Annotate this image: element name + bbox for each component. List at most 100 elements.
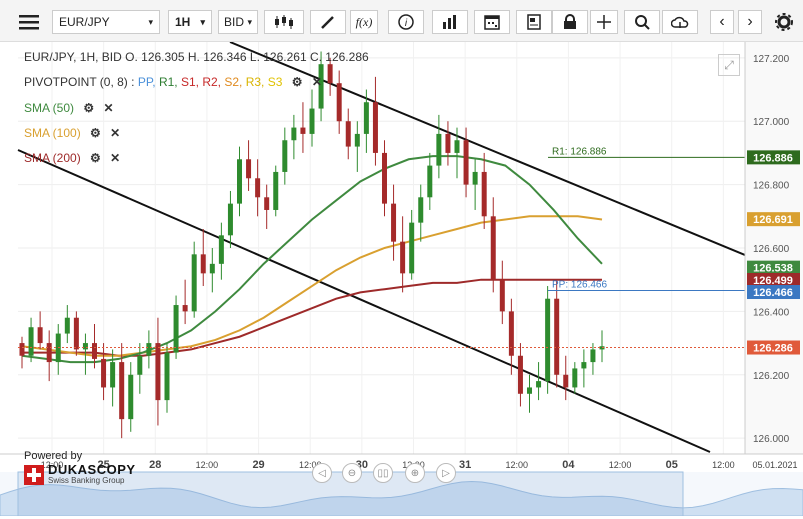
- candle-body: [354, 133, 360, 147]
- play-icon: ▷: [442, 467, 450, 479]
- close-icon[interactable]: ✕: [110, 126, 120, 140]
- gear-icon[interactable]: ⚙: [90, 126, 101, 140]
- candle-body: [581, 362, 587, 369]
- candle-body: [436, 133, 442, 166]
- candlestick-icon: [275, 15, 293, 29]
- settings-button[interactable]: [770, 10, 798, 34]
- price-label: 126.286: [753, 343, 793, 355]
- gear-icon[interactable]: ⚙: [83, 101, 94, 115]
- close-icon[interactable]: ✕: [312, 75, 322, 89]
- sma100-line: [21, 215, 603, 357]
- candle-body: [37, 327, 43, 344]
- pivot-lines: R1: 126.886 PP: 126.466: [18, 146, 745, 349]
- time-tick-label: 12:00: [712, 460, 735, 470]
- swiss-cross-icon: [24, 464, 44, 485]
- cloud-button[interactable]: [662, 10, 698, 34]
- candle-body: [527, 387, 532, 394]
- rewind-button[interactable]: ◁: [312, 463, 332, 483]
- zoom-in-icon: ⊕: [410, 467, 420, 479]
- time-tick-label: 29: [252, 459, 264, 471]
- cloud-upload-icon: [671, 16, 689, 28]
- crosshair-button[interactable]: [590, 10, 618, 34]
- close-icon[interactable]: ✕: [110, 151, 120, 165]
- candle-body: [545, 298, 551, 382]
- candle-body: [590, 349, 596, 363]
- powered-by-text: Powered by: [24, 450, 83, 462]
- candle-body: [409, 222, 415, 274]
- expand-icon[interactable]: ⤢: [718, 54, 740, 76]
- zoom-in-button[interactable]: ⊕: [405, 463, 425, 483]
- candle-body: [191, 254, 197, 312]
- volume-button[interactable]: [432, 10, 468, 34]
- pivot-item: R1,: [158, 75, 181, 89]
- candle-body: [173, 305, 179, 353]
- info-button[interactable]: i: [388, 10, 424, 34]
- brand-tagline: Swiss Banking Group: [48, 476, 125, 485]
- side-label: BID: [224, 15, 245, 29]
- pivot-item: PP,: [137, 75, 159, 89]
- chart-type-button[interactable]: [264, 10, 304, 34]
- ohlc-legend: EUR/JPY, 1H, BID O. 126.305 H. 126.346 L…: [24, 50, 369, 64]
- candle-body: [472, 171, 478, 185]
- time-tick-label: 31: [459, 459, 471, 471]
- pivot-item: S3: [267, 75, 286, 89]
- chart-area[interactable]: R1: 126.886 PP: 126.466 127.200 127.000 126…: [0, 41, 803, 517]
- timeframe-select[interactable]: 1H ▾: [168, 10, 212, 34]
- candle-body: [554, 298, 560, 375]
- close-icon[interactable]: ✕: [103, 101, 113, 115]
- candle-body: [137, 355, 143, 375]
- gear-icon[interactable]: ⚙: [292, 75, 303, 89]
- scroll-right-button[interactable]: ›: [738, 10, 762, 34]
- time-tick-label: 12:00: [196, 460, 219, 470]
- candle-body: [517, 355, 523, 394]
- candle-body: [155, 343, 161, 401]
- lock-button[interactable]: [552, 10, 588, 34]
- zoom-button[interactable]: [624, 10, 660, 34]
- calendar-icon: [484, 15, 500, 30]
- brand-name: DUKASCOPY: [48, 462, 136, 477]
- price-label: 126.538: [753, 263, 793, 275]
- candle-body: [82, 343, 88, 350]
- candle-body: [92, 343, 97, 359]
- candle-body: [227, 203, 233, 236]
- side-select[interactable]: BID ▾: [218, 10, 258, 34]
- price-axis[interactable]: 127.200 127.000 126.800 126.600 126.400 126.2…: [744, 42, 803, 454]
- pivot-label: PP: 126.466: [552, 279, 607, 290]
- calendar-button[interactable]: [474, 10, 510, 34]
- candle-body: [264, 197, 270, 210]
- scroll-left-button[interactable]: ‹: [710, 10, 734, 34]
- pause-button[interactable]: ▯▯: [373, 463, 393, 483]
- sma100-legend: SMA (100) ⚙ ✕: [24, 126, 120, 140]
- candle-body: [209, 263, 215, 274]
- candle-body: [64, 317, 70, 334]
- toolbar: EUR/JPY ▾ 1H ▾ BID ▾ f(x) i ‹ ›: [0, 0, 803, 42]
- forward-button[interactable]: ▷: [436, 463, 456, 483]
- draw-tools-button[interactable]: [310, 10, 346, 34]
- news-button[interactable]: [516, 10, 552, 34]
- zoom-out-button[interactable]: ⊖: [342, 463, 362, 483]
- info-icon: i: [398, 14, 414, 30]
- gear-icon[interactable]: ⚙: [90, 151, 101, 165]
- document-icon: [527, 14, 541, 30]
- candle-body: [19, 343, 25, 356]
- menu-icon[interactable]: [12, 10, 46, 34]
- candle-body: [418, 197, 424, 223]
- pivot-label: R1: 126.886: [552, 146, 607, 157]
- sma200-line: [22, 278, 602, 357]
- candle-body: [255, 178, 261, 198]
- bar-chart-icon: [443, 15, 456, 29]
- price-tick-label: 126.400: [753, 307, 790, 318]
- price-chart[interactable]: R1: 126.886 PP: 126.466 127.200 127.000 126…: [0, 41, 803, 517]
- instrument-select[interactable]: EUR/JPY ▾: [52, 10, 160, 34]
- time-tick-label: 04: [562, 459, 575, 471]
- candle-body: [345, 121, 351, 147]
- crosshair-icon: [597, 15, 611, 29]
- chevron-down-icon: ▾: [148, 16, 153, 27]
- pivot-label: PIVOTPOINT (0, 8): [24, 75, 128, 89]
- price-label: 126.466: [753, 287, 793, 299]
- indicators-button[interactable]: f(x): [350, 10, 378, 34]
- candle-body: [382, 152, 387, 204]
- sma50-legend: SMA (50) ⚙ ✕: [24, 101, 114, 115]
- price-tick-label: 126.800: [753, 181, 790, 192]
- candle-body: [164, 352, 170, 401]
